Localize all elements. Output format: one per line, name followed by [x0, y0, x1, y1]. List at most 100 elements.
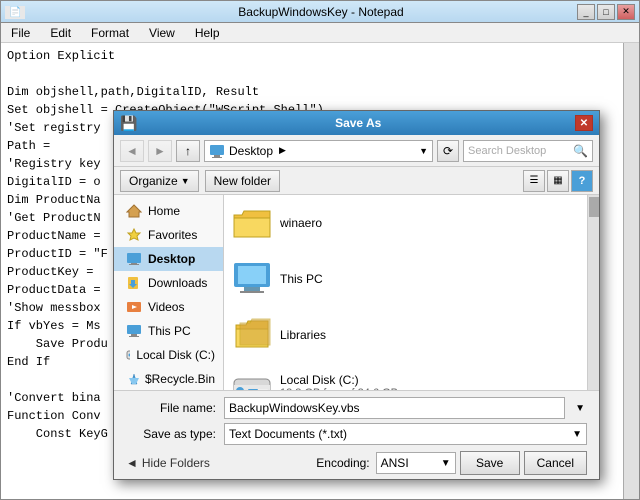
notepad-icon-area: 📄	[5, 6, 65, 18]
save-label: Save	[476, 456, 503, 470]
nav-desktop-label: Desktop	[148, 252, 195, 266]
localdisk-sub: 12.8 GB free of 24.6 GB	[280, 387, 398, 390]
saveas-bottom: File name: ▼ Save as type: Text Document…	[114, 391, 599, 479]
nav-thispc[interactable]: This PC	[114, 319, 223, 343]
localdisk-file-icon	[232, 371, 272, 390]
location-dropdown[interactable]: Desktop ▶ ▼	[204, 140, 433, 162]
nav-videos[interactable]: Videos	[114, 295, 223, 319]
close-button[interactable]: ✕	[617, 4, 635, 20]
forward-button[interactable]: ►	[148, 140, 172, 162]
nav-localdisk[interactable]: Local Disk (C:)	[114, 343, 223, 367]
titlebar-buttons: _ □ ✕	[577, 4, 635, 20]
view-details-button[interactable]: ▦	[547, 170, 569, 192]
location-chevron: ▼	[419, 146, 428, 156]
dialog-close-button[interactable]: ✕	[575, 115, 593, 131]
winaero-label: winaero	[280, 216, 322, 230]
thispc-label: This PC	[280, 272, 323, 286]
desktop-nav-icon	[126, 251, 142, 267]
back-button[interactable]: ◄	[120, 140, 144, 162]
new-folder-label: New folder	[214, 174, 271, 188]
file-item-winaero[interactable]: winaero	[224, 199, 587, 247]
up-button[interactable]: ↑	[176, 140, 200, 162]
notepad-titlebar: 📄 BackupWindowsKey - Notepad _ □ ✕	[1, 1, 639, 23]
filename-row: File name: ▼	[126, 397, 587, 419]
minimize-button[interactable]: _	[577, 4, 595, 20]
nav-home-label: Home	[148, 204, 180, 218]
location-text: Desktop	[229, 144, 273, 158]
libraries-label-area: Libraries	[280, 328, 326, 342]
saveas-action-toolbar: Organize ▼ New folder ☰ ▦ ?	[114, 167, 599, 195]
thispc-file-icon	[232, 259, 272, 299]
saveas-dialog: 💾 Save As ✕ ◄ ► ↑ Desktop ▶ ▼ ⟳ Search D…	[113, 110, 600, 480]
cancel-button[interactable]: Cancel	[524, 451, 587, 475]
filename-label: File name:	[126, 401, 216, 415]
maximize-button[interactable]: □	[597, 4, 615, 20]
saveas-title: Save As	[141, 116, 575, 130]
winaero-folder-icon	[232, 203, 272, 243]
nav-downloads[interactable]: Downloads	[114, 271, 223, 295]
localdisk-label-area: Local Disk (C:) 12.8 GB free of 24.6 GB	[280, 373, 398, 390]
view-toggle-button[interactable]: ☰	[523, 170, 545, 192]
refresh-button[interactable]: ⟳	[437, 140, 459, 162]
help-button[interactable]: ?	[571, 170, 593, 192]
location-arrow: ▶	[279, 145, 286, 156]
organize-chevron: ▼	[181, 176, 190, 186]
localdisk-label: Local Disk (C:)	[280, 373, 398, 387]
nav-recycle-label: $Recycle.Bin	[145, 372, 215, 386]
new-folder-button[interactable]: New folder	[205, 170, 280, 192]
hide-folders-label: Hide Folders	[142, 456, 210, 470]
nav-home[interactable]: Home	[114, 199, 223, 223]
hide-folders-icon: ◄	[126, 456, 138, 470]
buttons-row: ◄ Hide Folders Encoding: ANSI ▼ Save Can…	[126, 451, 587, 475]
menu-view[interactable]: View	[143, 24, 181, 42]
savetype-value: Text Documents (*.txt)	[229, 427, 347, 441]
thispc-label-area: This PC	[280, 272, 323, 286]
nav-desktop[interactable]: Desktop	[114, 247, 223, 271]
home-icon	[126, 203, 142, 219]
saveas-main: Home Favorites Desktop	[114, 195, 599, 391]
file-item-thispc[interactable]: This PC	[224, 255, 587, 303]
winaero-label-area: winaero	[280, 216, 322, 230]
saveas-titlebar: 💾 Save As ✕	[114, 111, 599, 135]
nav-downloads-label: Downloads	[148, 276, 207, 290]
encoding-arrow: ▼	[441, 458, 451, 469]
file-item-localdisk[interactable]: Local Disk (C:) 12.8 GB free of 24.6 GB	[224, 367, 587, 390]
hide-folders-button[interactable]: ◄ Hide Folders	[126, 452, 210, 474]
thispc-icon	[126, 323, 142, 339]
search-placeholder: Search Desktop	[468, 145, 546, 157]
encoding-value: ANSI	[381, 456, 409, 470]
menu-edit[interactable]: Edit	[44, 24, 77, 42]
desktop-icon	[209, 143, 225, 159]
favorites-icon	[126, 227, 142, 243]
filename-input[interactable]	[224, 397, 565, 419]
encoding-dropdown[interactable]: ANSI ▼	[376, 452, 456, 474]
save-button[interactable]: Save	[460, 451, 520, 475]
nav-thispc-label: This PC	[148, 324, 191, 338]
cancel-label: Cancel	[537, 456, 574, 470]
view-buttons: ☰ ▦ ?	[523, 170, 593, 192]
file-view-scrollbar[interactable]	[587, 195, 599, 390]
saveas-nav-toolbar: ◄ ► ↑ Desktop ▶ ▼ ⟳ Search Desktop 🔍	[114, 135, 599, 167]
videos-icon	[126, 299, 142, 315]
notepad-scrollbar[interactable]	[623, 43, 639, 499]
file-view: winaero This PC	[224, 195, 587, 390]
libraries-icon	[232, 315, 272, 355]
menu-format[interactable]: Format	[85, 24, 135, 42]
nav-panel: Home Favorites Desktop	[114, 195, 224, 390]
menu-file[interactable]: File	[5, 24, 36, 42]
nav-favorites-label: Favorites	[148, 228, 197, 242]
recycle-icon	[126, 371, 139, 387]
filename-dropdown-arrow[interactable]: ▼	[573, 403, 587, 414]
nav-favorites[interactable]: Favorites	[114, 223, 223, 247]
savetype-dropdown[interactable]: Text Documents (*.txt) ▼	[224, 423, 587, 445]
libraries-label: Libraries	[280, 328, 326, 342]
menu-help[interactable]: Help	[189, 24, 226, 42]
encoding-label: Encoding:	[316, 456, 369, 470]
search-box[interactable]: Search Desktop 🔍	[463, 140, 593, 162]
notepad-menubar: File Edit Format View Help	[1, 23, 639, 43]
file-item-libraries[interactable]: Libraries	[224, 311, 587, 359]
scrollbar-thumb[interactable]	[589, 197, 599, 217]
organize-label: Organize	[129, 174, 178, 188]
organize-button[interactable]: Organize ▼	[120, 170, 199, 192]
nav-recycle[interactable]: $Recycle.Bin	[114, 367, 223, 390]
